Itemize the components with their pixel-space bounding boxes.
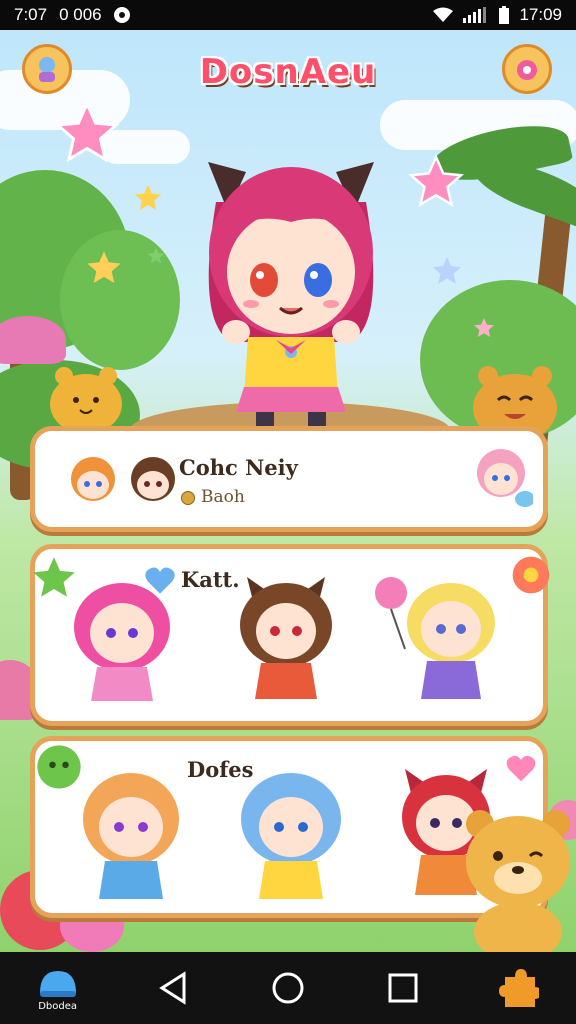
star-icon (407, 153, 465, 208)
chibi-blue-hair (241, 773, 341, 899)
puzzle-icon (499, 969, 540, 1007)
recents-square-icon (388, 973, 418, 1003)
wifi-icon (433, 7, 454, 22)
game-logo: DosnAeu (199, 52, 377, 92)
status-indicator: 0 006 (59, 5, 102, 24)
star-icon (134, 184, 162, 210)
status-time-left: 7:07 (14, 5, 48, 24)
chibi-avatar-brown (131, 457, 175, 501)
star-icon (87, 251, 121, 283)
chibi-avatar-orange (71, 457, 115, 501)
chibi-avatar-pink (477, 449, 533, 507)
star-icon (147, 247, 165, 264)
team-panel[interactable]: Cohc Neiy Baoh (30, 426, 548, 532)
yellow-pet (50, 367, 122, 434)
battery-icon (499, 6, 510, 24)
avatar-icon (39, 57, 55, 82)
shop-button[interactable] (502, 44, 552, 94)
team-name: Cohc Neiy (179, 455, 298, 480)
star-icon (54, 100, 120, 163)
bottom-nav-bar: Dbodea (0, 952, 576, 1024)
chibi-brown-cat (240, 577, 332, 699)
nav-home-button[interactable]: Dbodea (18, 958, 98, 1018)
flower-icon (512, 556, 550, 594)
star-icon (474, 318, 494, 337)
home-button[interactable] (248, 958, 328, 1018)
character-panel-katt[interactable]: Katt. (30, 544, 550, 726)
star-icon (432, 256, 462, 284)
gift-icon (517, 60, 537, 80)
chibi-orange-hair (83, 773, 179, 899)
team-subtitle: Baoh (181, 487, 245, 507)
notification-icon (113, 7, 130, 23)
puzzle-menu-button[interactable] (478, 958, 558, 1018)
profile-button[interactable] (22, 44, 72, 94)
chibi-pink-hair (74, 583, 170, 701)
back-triangle-icon (158, 971, 186, 1005)
hero-character (208, 162, 374, 436)
recents-button[interactable] (363, 958, 443, 1018)
team-subtitle-text: Baoh (201, 487, 245, 507)
coin-icon (181, 490, 195, 505)
signal-icon (463, 7, 487, 23)
bear-mascot (466, 810, 570, 952)
home-circle-icon (272, 972, 304, 1004)
status-bar: 7:07 0 006 17:09 (0, 0, 576, 30)
slime-icon (39, 970, 76, 997)
nav-home-label: Dbodea (38, 1000, 77, 1012)
mushroom (0, 316, 66, 364)
status-time-right: 17:09 (519, 5, 562, 24)
back-button[interactable] (133, 958, 213, 1018)
chibi-blonde-balloon (375, 577, 495, 699)
heart-icon (506, 755, 536, 782)
